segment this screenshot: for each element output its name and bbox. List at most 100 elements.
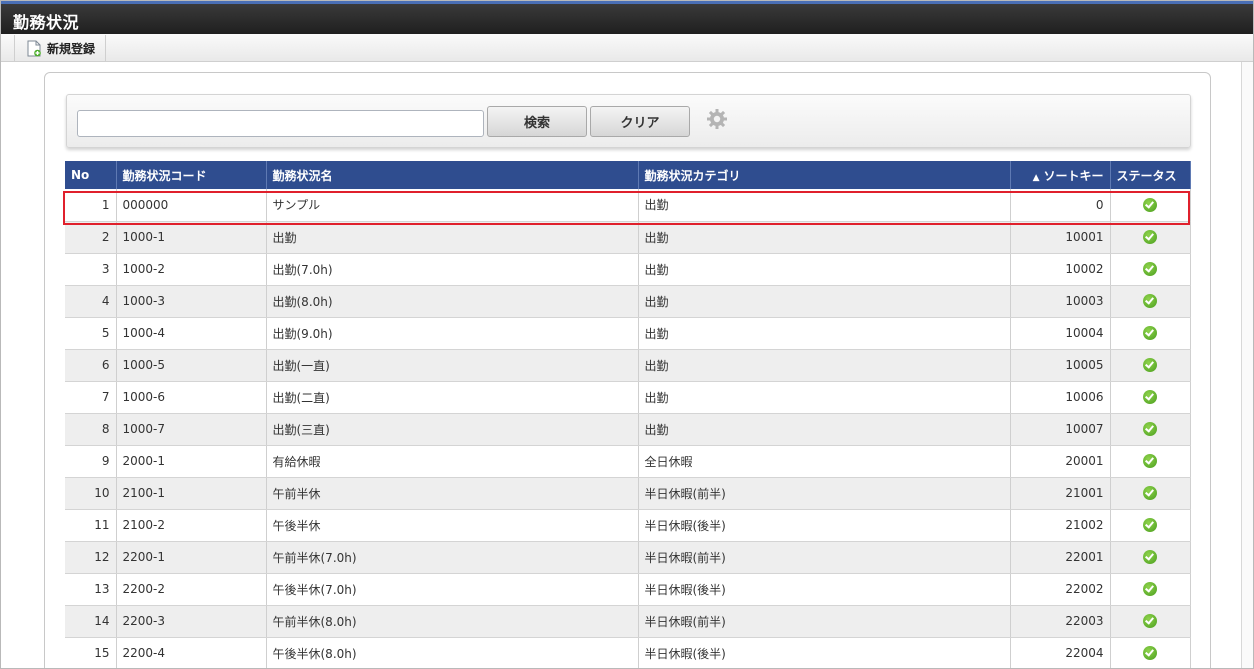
- row-name: 出勤(9.0h): [266, 317, 639, 350]
- row-name: 出勤: [266, 221, 639, 254]
- row-no: 9: [65, 445, 117, 478]
- list-panel: 検索 クリア No 勤務状況コード 勤務状況名 勤務状況カテゴリ ▲ ソートキー…: [44, 72, 1211, 668]
- table-row[interactable]: 14 2200-3 午前半休(8.0h) 半日休暇(前半) 22003: [65, 605, 1191, 638]
- table-row[interactable]: 4 1000-3 出勤(8.0h) 出勤 10003: [65, 285, 1191, 318]
- table-row[interactable]: 8 1000-7 出勤(三直) 出勤 10007: [65, 413, 1191, 446]
- row-category: 出勤: [638, 285, 1011, 318]
- row-no: 11: [65, 509, 117, 542]
- row-no: 13: [65, 573, 117, 606]
- vertical-scrollbar[interactable]: [1241, 62, 1253, 668]
- row-code: 2200-4: [116, 637, 267, 668]
- table-row[interactable]: 1 000000 サンプル 出勤 0: [65, 189, 1191, 222]
- row-no: 6: [65, 349, 117, 382]
- row-category: 出勤: [638, 317, 1011, 350]
- row-sort-key: 22001: [1010, 541, 1111, 574]
- row-category: 半日休暇(後半): [638, 637, 1011, 668]
- check-circle-icon: [1143, 614, 1157, 629]
- check-circle-icon: [1143, 326, 1157, 341]
- row-no: 10: [65, 477, 117, 510]
- row-status: [1110, 221, 1191, 254]
- table-row[interactable]: 11 2100-2 午後半休 半日休暇(後半) 21002: [65, 509, 1191, 542]
- row-status: [1110, 285, 1191, 318]
- gear-icon[interactable]: [705, 107, 729, 131]
- row-status: [1110, 349, 1191, 382]
- row-code: 2200-3: [116, 605, 267, 638]
- row-name: 午後半休(7.0h): [266, 573, 639, 606]
- row-no: 3: [65, 253, 117, 286]
- row-status: [1110, 445, 1191, 478]
- row-no: 7: [65, 381, 117, 414]
- row-sort-key: 10004: [1010, 317, 1111, 350]
- row-name: 午前半休(7.0h): [266, 541, 639, 574]
- row-name: 午後半休(8.0h): [266, 637, 639, 668]
- check-circle-icon: [1143, 550, 1157, 565]
- row-sort-key: 0: [1010, 189, 1111, 222]
- search-button[interactable]: 検索: [487, 106, 587, 137]
- row-status: [1110, 605, 1191, 638]
- table-row[interactable]: 9 2000-1 有給休暇 全日休暇 20001: [65, 445, 1191, 478]
- row-category: 出勤: [638, 413, 1011, 446]
- column-header-code[interactable]: 勤務状況コード: [116, 161, 267, 189]
- search-input[interactable]: [77, 110, 484, 137]
- check-circle-icon: [1143, 262, 1157, 277]
- column-header-category[interactable]: 勤務状況カテゴリ: [638, 161, 1011, 189]
- row-code: 1000-5: [116, 349, 267, 382]
- check-circle-icon: [1143, 198, 1157, 212]
- row-status: [1110, 381, 1191, 414]
- row-code: 1000-6: [116, 381, 267, 414]
- table-row[interactable]: 10 2100-1 午前半休 半日休暇(前半) 21001: [65, 477, 1191, 510]
- column-header-name[interactable]: 勤務状況名: [266, 161, 639, 189]
- row-sort-key: 21001: [1010, 477, 1111, 510]
- row-category: 半日休暇(前半): [638, 541, 1011, 574]
- search-bar: 検索 クリア: [66, 94, 1191, 148]
- table-row[interactable]: 2 1000-1 出勤 出勤 10001: [65, 221, 1191, 254]
- check-circle-icon: [1143, 454, 1157, 469]
- row-name: 出勤(7.0h): [266, 253, 639, 286]
- check-circle-icon: [1143, 390, 1157, 405]
- row-sort-key: 10003: [1010, 285, 1111, 318]
- title-bar: 勤務状況: [1, 1, 1253, 34]
- new-register-label: 新規登録: [47, 41, 96, 56]
- row-status: [1110, 509, 1191, 542]
- row-sort-key: 22002: [1010, 573, 1111, 606]
- clear-button[interactable]: クリア: [590, 106, 690, 137]
- row-status: [1110, 637, 1191, 668]
- row-category: 出勤: [638, 253, 1011, 286]
- row-category: 半日休暇(後半): [638, 573, 1011, 606]
- toolbar: 新規登録: [1, 34, 1253, 62]
- table-row[interactable]: 7 1000-6 出勤(二直) 出勤 10006: [65, 381, 1191, 414]
- check-circle-icon: [1143, 582, 1157, 597]
- row-name: 出勤(二直): [266, 381, 639, 414]
- row-no: 1: [65, 189, 117, 222]
- row-code: 2200-2: [116, 573, 267, 606]
- table-row[interactable]: 12 2200-1 午前半休(7.0h) 半日休暇(前半) 22001: [65, 541, 1191, 574]
- table-row[interactable]: 6 1000-5 出勤(一直) 出勤 10005: [65, 349, 1191, 382]
- row-code: 000000: [116, 189, 267, 222]
- column-header-no[interactable]: No: [65, 161, 117, 189]
- table-row[interactable]: 15 2200-4 午後半休(8.0h) 半日休暇(後半) 22004: [65, 637, 1191, 668]
- table-row[interactable]: 13 2200-2 午後半休(7.0h) 半日休暇(後半) 22002: [65, 573, 1191, 606]
- new-register-button[interactable]: 新規登録: [14, 35, 107, 61]
- check-circle-icon: [1143, 646, 1157, 661]
- row-status: [1110, 477, 1191, 510]
- row-status: [1110, 253, 1191, 286]
- new-document-icon: [27, 40, 41, 57]
- row-category: 出勤: [638, 349, 1011, 382]
- table-row[interactable]: 5 1000-4 出勤(9.0h) 出勤 10004: [65, 317, 1191, 350]
- row-sort-key: 10006: [1010, 381, 1111, 414]
- sort-ascending-icon: ▲: [1032, 172, 1040, 183]
- check-circle-icon: [1143, 422, 1157, 437]
- column-header-status[interactable]: ステータス: [1110, 161, 1191, 189]
- row-category: 半日休暇(前半): [638, 477, 1011, 510]
- row-name: サンプル: [266, 189, 639, 222]
- row-no: 2: [65, 221, 117, 254]
- table-header-row: No 勤務状況コード 勤務状況名 勤務状況カテゴリ ▲ ソートキー ステータス: [65, 161, 1191, 189]
- row-code: 2000-1: [116, 445, 267, 478]
- row-name: 午後半休: [266, 509, 639, 542]
- row-sort-key: 10007: [1010, 413, 1111, 446]
- column-header-sort-key[interactable]: ▲ ソートキー: [1010, 161, 1111, 189]
- table-row[interactable]: 3 1000-2 出勤(7.0h) 出勤 10002: [65, 253, 1191, 286]
- sort-key-label: ソートキー: [1043, 168, 1104, 183]
- row-category: 半日休暇(前半): [638, 605, 1011, 638]
- row-no: 8: [65, 413, 117, 446]
